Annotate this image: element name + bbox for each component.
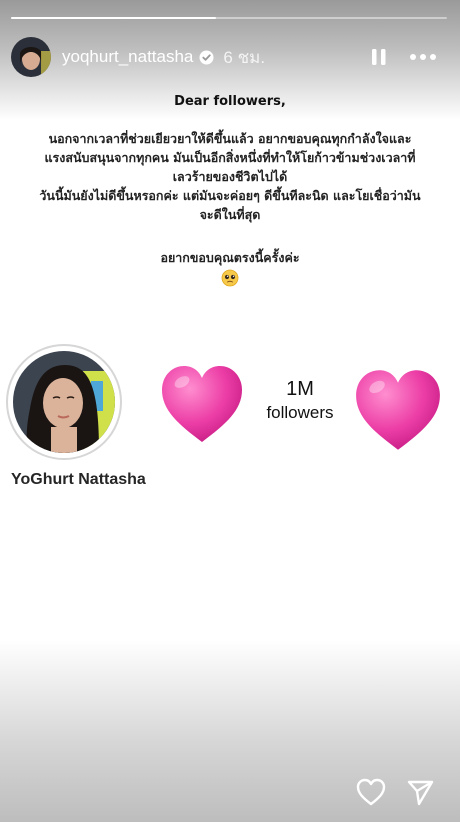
thanks-line: อยากขอบคุณตรงนี้ครั้งค่ะ [160,250,300,265]
avatar[interactable] [11,37,51,77]
pause-icon[interactable] [368,46,390,68]
letter-line: เลวร้ายของชีวิตไปได้ [172,169,288,184]
more-options-icon[interactable] [407,45,439,69]
letter-text-block: Dear followers, นอกจากเวลาที่ช่วยเยียวยา… [0,94,460,292]
heart-outline-icon[interactable] [355,777,387,807]
story-progress-bar [11,17,447,19]
letter-line: วันนี้มันยังไม่ดีขึ้นหรอกค่ะ แต่มันจะค่อ… [39,188,421,203]
profile-photo [13,351,115,453]
story-progress-fill [11,17,216,19]
letter-line: นอกจากเวลาที่ช่วยเยียวยาให้ดีขึ้นแล้ว อย… [48,131,412,146]
post-time: 6 ชม. [223,47,266,67]
letter-line: จะดีในที่สุด [199,207,261,222]
bottom-gradient-overlay [0,640,460,822]
heart-icon [351,366,445,454]
send-icon[interactable] [405,777,435,807]
letter-body: นอกจากเวลาที่ช่วยเยียวยาให้ดีขึ้นแล้ว อย… [0,129,460,224]
letter-title: Dear followers, [174,94,286,109]
verified-badge-icon [199,50,214,65]
follower-label: followers [266,403,334,422]
follower-count: 1M [286,378,314,400]
letter-thanks: อยากขอบคุณตรงนี้ครั้งค่ะ [0,248,460,292]
heart-icon [158,362,246,446]
letter-line: แรงสนับสนุนจากทุกคน มันเป็นอีกสิ่งหนึ่งท… [44,150,416,165]
profile-picture [6,344,122,460]
pleading-face-icon [221,269,239,292]
username[interactable]: yoqhurt_nattasha [62,47,193,67]
profile-name: YoGhurt Nattasha [11,471,146,488]
story-header: yoqhurt_nattasha 6 ชม. [11,36,451,78]
